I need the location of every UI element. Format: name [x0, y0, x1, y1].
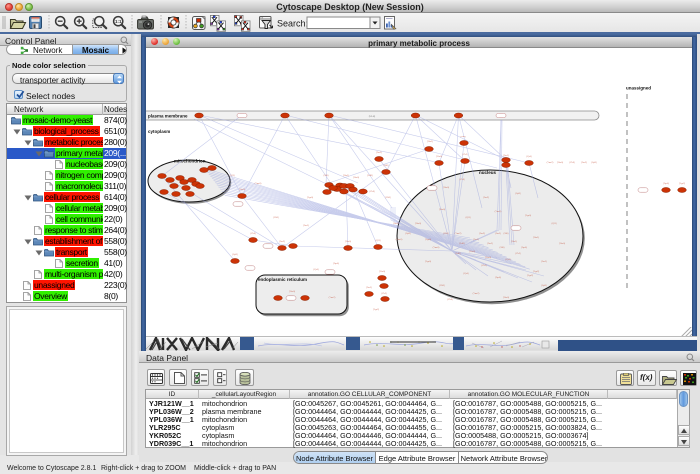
svg-text:(Yil0): (Yil0) — [383, 165, 388, 167]
svg-text:(Ybr0): (Ybr0) — [559, 242, 565, 245]
svg-text:(Ygr0): (Ygr0) — [307, 196, 313, 199]
svg-text:(Ybr0): (Ybr0) — [439, 208, 445, 211]
svg-text:(Yor1): (Yor1) — [541, 260, 547, 263]
svg-text:(un-a): (un-a) — [369, 115, 376, 118]
svg-text:plasma membrane: plasma membrane — [148, 114, 188, 119]
svg-text:(Yhr0): (Yhr0) — [469, 250, 475, 253]
svg-text:endoplasmic reticulum: endoplasmic reticulum — [258, 277, 307, 282]
svg-text:(Yor2): (Yor2) — [483, 196, 489, 199]
svg-text:(Ybr0): (Ybr0) — [345, 240, 351, 243]
svg-text:(Yor1): (Yor1) — [366, 286, 372, 289]
svg-text:(Ymr2): (Ymr2) — [547, 161, 554, 164]
svg-text:unassigned: unassigned — [626, 86, 651, 91]
svg-text:(Yhr0): (Yhr0) — [379, 270, 385, 273]
svg-text:(Yjr0): (Yjr0) — [313, 268, 319, 271]
svg-text:(Ydl1): (Ydl1) — [367, 175, 373, 177]
svg-text:(Ybr1): (Ybr1) — [511, 240, 517, 243]
svg-text:(Yor2): (Yor2) — [279, 240, 285, 243]
svg-text:(Yor1): (Yor1) — [473, 238, 479, 241]
svg-text:(Ykl1): (Ykl1) — [443, 233, 449, 235]
svg-text:(Ypl1): (Ypl1) — [232, 254, 238, 256]
svg-text:(Ypl1): (Ypl1) — [591, 162, 597, 164]
svg-text:(Ygr0): (Ygr0) — [425, 238, 431, 241]
svg-text:(Yor2): (Yor2) — [393, 222, 399, 225]
svg-text:(Ybr1): (Ybr1) — [343, 174, 349, 177]
svg-text:(Yjr0): (Yjr0) — [463, 272, 469, 275]
svg-text:(Yjr0): (Yjr0) — [505, 258, 511, 261]
svg-text:(Ylr2): (Ylr2) — [462, 153, 468, 156]
svg-text:(Yhr0): (Yhr0) — [436, 155, 442, 158]
svg-text:(Ydl1): (Ydl1) — [455, 253, 461, 255]
svg-text:(Yjl1): (Yjl1) — [229, 175, 234, 177]
svg-text:mitochondrion: mitochondrion — [174, 159, 206, 164]
svg-text:(Ygr2): (Ygr2) — [373, 308, 379, 311]
svg-text:(Yjr0): (Yjr0) — [526, 155, 532, 158]
svg-text:(Yjl1): (Yjl1) — [551, 223, 556, 225]
svg-text:cytoplasm: cytoplasm — [148, 129, 170, 134]
svg-text:(Yjl1): (Yjl1) — [375, 240, 380, 242]
svg-text:(Ypr0): (Ypr0) — [495, 276, 501, 279]
svg-text:(Ygr0): (Ygr0) — [425, 260, 431, 263]
svg-text:(Ybr0): (Ybr0) — [289, 290, 295, 293]
svg-text:(Yil0): (Yil0) — [499, 247, 504, 249]
svg-text:(Ybr1): (Ybr1) — [533, 236, 539, 239]
svg-text:(Ydl1): (Ydl1) — [459, 243, 465, 245]
svg-text:(Ypl1): (Ypl1) — [515, 193, 521, 195]
svg-text:(Ydl1): (Ydl1) — [460, 136, 466, 138]
svg-text:(Ylr3): (Ylr3) — [569, 161, 575, 164]
svg-text:(Ylr2): (Ylr2) — [481, 264, 487, 267]
svg-text:(Ybr0): (Ybr0) — [443, 186, 449, 189]
svg-text:(Yil0): (Yil0) — [503, 233, 508, 235]
svg-text:(Ymr0): (Ymr0) — [396, 238, 403, 241]
svg-text:(Ylr3): (Ylr3) — [447, 298, 453, 301]
svg-text:(Ygr2): (Ygr2) — [679, 182, 685, 185]
svg-text:(Yjl1): (Yjl1) — [465, 217, 470, 219]
svg-text:(Ylr3): (Ylr3) — [459, 178, 465, 181]
svg-text:(Ykl1): (Ykl1) — [439, 285, 445, 287]
svg-text:(Yor1): (Yor1) — [503, 154, 509, 157]
svg-text:(Ykl1): (Ykl1) — [273, 217, 279, 219]
svg-text:(Yor1): (Yor1) — [487, 242, 493, 245]
svg-text:(Ylr3): (Ylr3) — [250, 232, 256, 235]
svg-text:(Ypr0): (Ypr0) — [663, 182, 669, 185]
svg-text:(Ygr2): (Ygr2) — [533, 270, 539, 273]
svg-text:(Ylr2): (Ylr2) — [515, 252, 521, 255]
svg-text:(Ymr0): (Ymr0) — [495, 210, 502, 213]
svg-text:Search:: Search: — [277, 19, 308, 29]
svg-text:(Yor2): (Yor2) — [479, 232, 485, 235]
svg-text:1:1: 1:1 — [115, 19, 122, 24]
svg-text:(Ymr0): (Ymr0) — [255, 182, 262, 185]
svg-text:(Yhr0): (Yhr0) — [485, 256, 491, 259]
svg-text:(Ypl1): (Ypl1) — [541, 285, 547, 287]
svg-text:(Ybr0): (Ybr0) — [353, 176, 359, 179]
svg-text:(Ymr2): (Ymr2) — [329, 296, 336, 299]
svg-text:(Ymr2): (Ymr2) — [455, 232, 462, 235]
svg-text:(Ybr0): (Ybr0) — [503, 296, 509, 299]
svg-text:(Ypr0): (Ypr0) — [333, 262, 339, 265]
svg-text:(Ymr0): (Ymr0) — [433, 246, 440, 249]
svg-text:(Ylr3): (Ylr3) — [369, 190, 375, 193]
svg-text:(Yor1): (Yor1) — [303, 224, 309, 227]
svg-text:(Yil0): (Yil0) — [323, 175, 328, 177]
svg-text:(Yor1): (Yor1) — [495, 232, 501, 235]
svg-text:(Ylr2): (Ylr2) — [381, 292, 387, 295]
svg-text:(Ybr1): (Ybr1) — [427, 140, 433, 143]
svg-text:(Ymr2): (Ymr2) — [473, 292, 480, 295]
svg-text:(Ybr0): (Ybr0) — [557, 161, 563, 164]
svg-text:(Ygr2): (Ygr2) — [527, 274, 533, 277]
svg-text:(Ypl1): (Ypl1) — [405, 233, 411, 235]
svg-text:(Ybr0): (Ybr0) — [239, 188, 245, 191]
svg-text:(Ypr0): (Ypr0) — [521, 246, 527, 249]
svg-text:(Ykl1): (Ykl1) — [385, 197, 391, 199]
svg-text:nucleus: nucleus — [479, 170, 497, 175]
svg-text:(Yor1): (Yor1) — [376, 151, 382, 154]
svg-text:(Yor2): (Yor2) — [581, 161, 587, 164]
svg-text:(Ybr0): (Ybr0) — [415, 222, 421, 225]
svg-text:(Ygr0): (Ygr0) — [525, 214, 531, 217]
